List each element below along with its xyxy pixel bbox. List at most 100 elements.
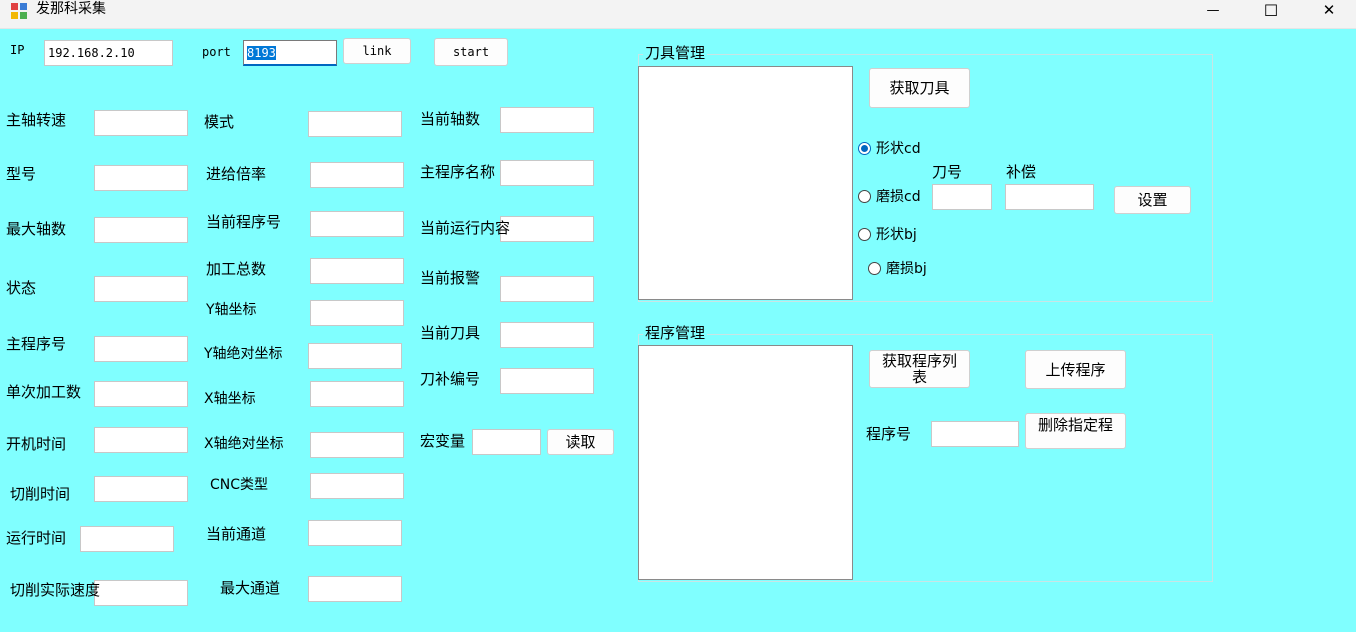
y-coord-field[interactable] [310,300,404,326]
ip-label: IP [10,43,25,57]
offset-field[interactable] [1005,184,1094,210]
cnc-type-label: CNC类型 [210,477,269,493]
total-parts-field[interactable] [310,258,404,284]
single-count-label: 单次加工数 [6,383,82,401]
close-icon: ✕ [1322,1,1336,19]
x-abs-coord-field[interactable] [310,432,404,458]
macro-var-label: 宏变量 [420,432,466,450]
radio-unselected-icon [858,189,871,203]
maximize-icon: ☐ [1263,0,1279,20]
max-axes-field[interactable] [94,217,188,243]
offset-label: 补偿 [1006,163,1037,181]
run-time-field[interactable] [80,526,174,552]
delete-program-button[interactable]: 删除指定程 [1025,413,1126,449]
ip-input[interactable]: 192.168.2.10 [44,40,173,66]
actual-cut-speed-field[interactable] [94,580,188,606]
current-tool-field[interactable] [500,322,594,348]
current-program-no-label: 当前程序号 [206,213,282,231]
max-channel-field[interactable] [308,576,402,602]
program-no-field[interactable] [931,421,1019,447]
main-program-no-field[interactable] [94,336,188,362]
radio-shape-bj[interactable]: 形状bj [858,224,917,244]
main-program-name-label: 主程序名称 [420,163,496,181]
y-coord-label: Y轴坐标 [206,302,257,318]
get-tools-button[interactable]: 获取刀具 [869,68,970,108]
x-coord-label: X轴坐标 [204,391,256,407]
current-tool-label: 当前刀具 [420,324,481,342]
set-button[interactable]: 设置 [1114,186,1191,214]
tool-no-field[interactable] [932,184,992,210]
power-on-time-label: 开机时间 [6,435,67,453]
spindle-speed-field[interactable] [94,110,188,136]
single-count-field[interactable] [94,381,188,407]
run-time-label: 运行时间 [6,529,67,547]
x-abs-coord-label: X轴绝对坐标 [204,436,284,452]
status-field[interactable] [94,276,188,302]
get-program-list-button[interactable]: 获取程序列表 [869,350,970,388]
current-program-no-field[interactable] [310,211,404,237]
main-program-name-field[interactable] [500,160,594,186]
cutting-time-label: 切削时间 [10,485,71,503]
model-field[interactable] [94,165,188,191]
radio-wear-cd-label: 磨损cd [876,189,921,205]
port-label: port [202,45,231,59]
radio-shape-bj-label: 形状bj [876,227,917,243]
close-button[interactable]: ✕ [1306,0,1352,20]
power-on-time-field[interactable] [94,427,188,453]
program-no-label: 程序号 [866,425,912,443]
current-run-content-label: 当前运行内容 [420,219,511,237]
radio-shape-cd-label: 形状cd [876,141,921,157]
y-abs-coord-field[interactable] [308,343,402,369]
program-list[interactable] [638,345,853,580]
upload-program-button[interactable]: 上传程序 [1025,350,1126,389]
feed-override-label: 进给倍率 [206,165,267,183]
max-axes-label: 最大轴数 [6,220,67,238]
tool-offset-no-field[interactable] [500,368,594,394]
current-axes-label: 当前轴数 [420,110,481,128]
minimize-button[interactable]: — [1190,0,1236,20]
radio-selected-icon [858,141,871,155]
tool-offset-no-label: 刀补编号 [420,370,481,388]
current-channel-field[interactable] [308,520,402,546]
spindle-speed-label: 主轴转速 [6,111,67,129]
port-input[interactable]: 8193 [243,40,337,66]
y-abs-coord-label: Y轴绝对坐标 [204,346,283,362]
current-axes-field[interactable] [500,107,594,133]
cutting-time-field[interactable] [94,476,188,502]
mode-field[interactable] [308,111,402,137]
tool-no-label: 刀号 [932,163,963,181]
actual-cut-speed-label: 切削实际速度 [10,581,101,599]
tool-mgmt-title: 刀具管理 [643,44,708,62]
mode-label: 模式 [204,113,235,131]
port-value: 8193 [247,46,276,60]
minimize-icon: — [1206,2,1220,18]
radio-shape-cd[interactable]: 形状cd [858,138,921,158]
radio-wear-bj[interactable]: 磨损bj [868,258,927,278]
radio-wear-cd[interactable]: 磨损cd [858,186,921,206]
start-button[interactable]: start [434,38,508,66]
current-run-content-field[interactable] [500,216,594,242]
current-alarm-label: 当前报警 [420,269,481,287]
tool-list[interactable] [638,66,853,300]
macro-var-field[interactable] [472,429,541,455]
current-alarm-field[interactable] [500,276,594,302]
radio-unselected-icon [868,261,881,275]
cnc-type-field[interactable] [310,473,404,499]
model-label: 型号 [6,165,37,183]
link-button[interactable]: link [343,38,411,64]
read-button[interactable]: 读取 [547,429,614,455]
status-label: 状态 [6,279,37,297]
x-coord-field[interactable] [310,381,404,407]
current-channel-label: 当前通道 [206,525,267,543]
title-bar: 发那科采集 — ☐ ✕ [0,0,1356,29]
main-program-no-label: 主程序号 [6,335,67,353]
app-icon [11,3,27,19]
program-mgmt-title: 程序管理 [643,324,708,342]
feed-override-field[interactable] [310,162,404,188]
radio-unselected-icon [858,227,871,241]
total-parts-label: 加工总数 [206,260,267,278]
radio-wear-bj-label: 磨损bj [886,261,927,277]
maximize-button[interactable]: ☐ [1248,0,1294,20]
max-channel-label: 最大通道 [220,579,281,597]
window-title: 发那科采集 [36,1,106,17]
